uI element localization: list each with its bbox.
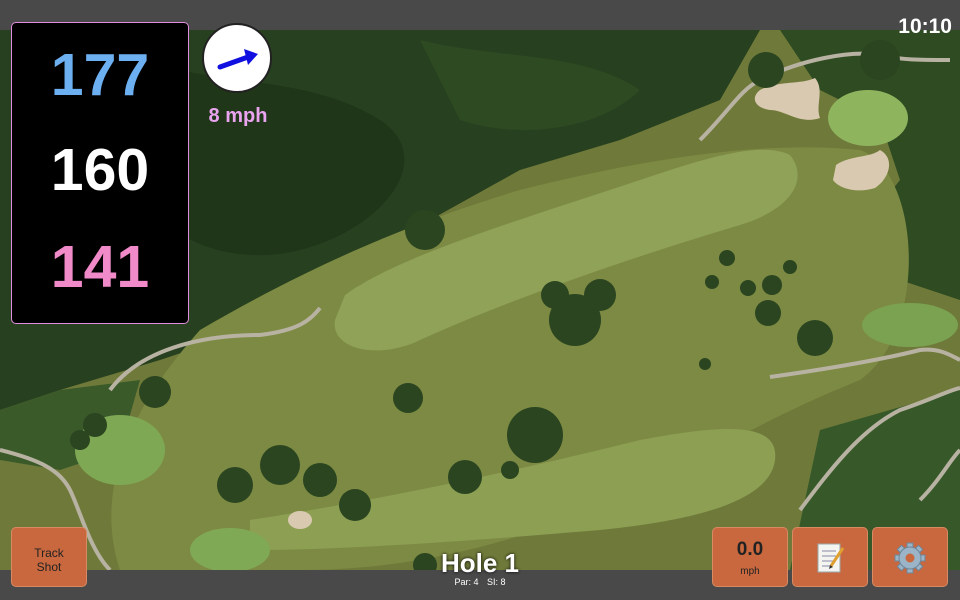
wind-speed-label: 8 mph xyxy=(208,105,268,127)
track-shot-button[interactable]: Track Shot xyxy=(11,527,87,587)
gear-icon xyxy=(894,542,926,574)
speed-value: 0.0 xyxy=(736,539,764,560)
distance-panel: 177 160 141 xyxy=(11,22,189,324)
notepad-icon xyxy=(817,543,845,573)
hole-par: Par: 4 xyxy=(454,577,479,587)
speed-unit: mph xyxy=(740,566,760,577)
clock-time: 10:10 xyxy=(898,15,952,38)
speed-button[interactable]: 0.0 mph xyxy=(712,527,788,587)
hole-stroke-index: SI: 8 xyxy=(487,577,506,587)
notes-button[interactable] xyxy=(792,527,868,587)
settings-button[interactable] xyxy=(872,527,948,587)
hole-info: Par: 4 SI: 8 xyxy=(380,577,580,587)
hole-title: Hole 1 xyxy=(440,548,520,578)
front-distance: 141 xyxy=(50,234,150,300)
track-shot-label-line2: Shot xyxy=(36,560,62,574)
track-shot-label-line1: Track xyxy=(34,546,64,560)
wind-direction-arrow-icon xyxy=(217,49,258,70)
wind-indicator[interactable] xyxy=(202,23,272,93)
back-distance: 177 xyxy=(50,42,150,108)
middle-distance: 160 xyxy=(50,137,150,203)
